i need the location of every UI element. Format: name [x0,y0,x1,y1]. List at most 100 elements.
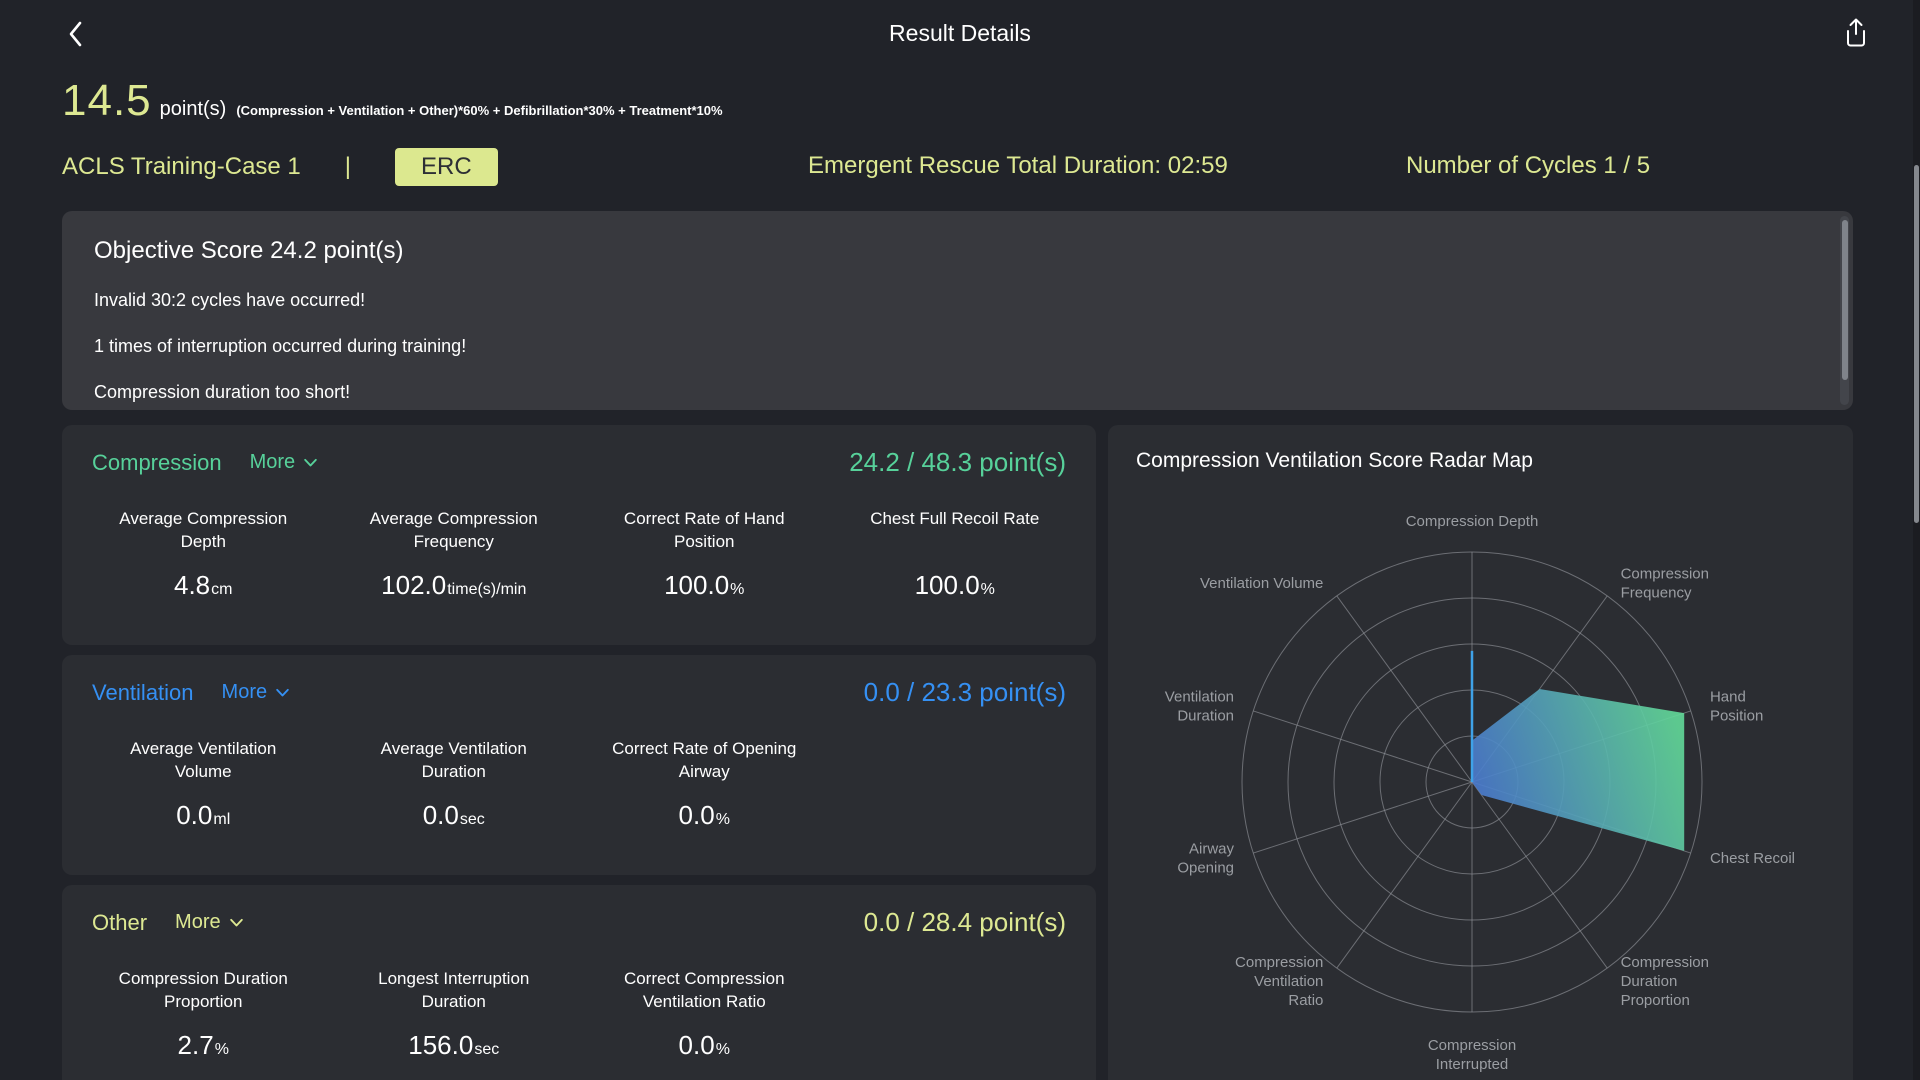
metric-avg-compression-depth: Average Compression Depth 4.8cm [78,508,329,601]
metric-compression-ventilation-ratio: Correct Compression Ventilation Ratio 0.… [579,968,830,1061]
metric-airway-opening-rate: Correct Rate of Opening Airway 0.0% [579,738,830,831]
radar-axis-label: Ventilation Volume [1200,575,1323,592]
radar-axis-line [1336,595,1473,783]
cycles-count-label: Number of Cycles 1 / 5 [1406,152,1651,179]
total-score-value: 14.5 [62,76,152,125]
metric-label: Chest Full Recoil Rate [870,509,1040,528]
page-title: Result Details [889,20,1031,46]
metric-value: 100.0 [664,570,730,600]
ventilation-score: 0.0 / 23.3 point(s) [863,677,1066,707]
compression-card-header: Compression More 24.2 / 48.3 point(s) [62,425,1096,478]
compression-score: 24.2 / 48.3 point(s) [849,447,1066,477]
radar-axis-label: Ventilation Duration [1165,688,1234,724]
metric-chest-full-recoil-rate: Chest Full Recoil Rate 100.0% [830,508,1081,601]
compression-section-title: Compression [92,449,222,475]
metric-value: 4.8 [174,570,211,600]
objective-message: 1 times of interruption occurred during … [94,336,467,356]
other-card: Other More 0.0 / 28.4 point(s) Compressi… [62,885,1096,1080]
metric-label: Average Compression Depth [119,509,288,551]
rescue-duration-label: Emergent Rescue Total Duration: 02:59 [808,152,1228,179]
metric-label: Correct Rate of Hand Position [623,509,785,551]
metric-unit: % [214,1041,229,1058]
metric-value: 0.0 [176,800,213,830]
metric-value: 0.0 [422,800,459,830]
other-score: 0.0 / 28.4 point(s) [863,907,1066,937]
radar-axis-label: Compression Interrupted [1428,1037,1516,1073]
case-divider: | [344,153,352,180]
ventilation-card-header: Ventilation More 0.0 / 23.3 point(s) [62,655,1096,708]
metric-value: 102.0 [381,570,447,600]
score-formula: (Compression + Ventilation + Other)*60% … [236,103,723,118]
metric-value: 0.0 [678,1030,715,1060]
total-score-banner: 14.5 point(s) (Compression + Ventilation… [62,76,723,126]
case-row: ACLS Training-Case 1 | ERC [62,148,498,186]
metric-hand-position-rate: Correct Rate of Hand Position 100.0% [579,508,830,601]
metric-avg-ventilation-duration: Average Ventilation Duration 0.0sec [329,738,580,831]
metric-label: Correct Rate of Opening Airway [612,739,797,781]
metric-unit: sec [474,1041,500,1058]
radar-map-card: Compression Ventilation Score Radar Map … [1108,425,1853,1080]
objective-message: Invalid 30:2 cycles have occurred! [94,290,366,310]
metric-unit: % [980,581,995,598]
page-scrollbar-thumb[interactable] [1914,165,1919,523]
metric-label: Average Ventilation Duration [380,739,527,781]
other-card-header: Other More 0.0 / 28.4 point(s) [62,885,1096,938]
metric-unit: % [715,1041,730,1058]
more-label: More [175,911,221,933]
other-metrics: Compression Duration Proportion 2.7% Lon… [62,968,1096,1061]
more-label: More [221,681,268,703]
compression-card: Compression More 24.2 / 48.3 point(s) Av… [62,425,1096,645]
page-scrollbar-track [1913,0,1920,1080]
objective-scrollbar-track [1840,216,1849,405]
objective-message: Compression duration too short! [94,382,351,402]
metric-unit: % [730,581,745,598]
metric-unit: cm [211,581,233,598]
share-button[interactable] [1838,16,1874,52]
compression-more-button[interactable]: More [250,451,320,474]
metric-value: 2.7 [177,1030,214,1060]
compression-metrics: Average Compression Depth 4.8cm Average … [62,508,1096,601]
metric-avg-compression-frequency: Average Compression Frequency 102.0time(… [329,508,580,601]
radar-axis-label: Chest Recoil [1710,850,1795,867]
ventilation-more-button[interactable]: More [222,681,292,704]
radar-axis-label: Compression Duration Proportion [1621,954,1709,1009]
metric-label: Compression Duration Proportion [118,969,288,1011]
metric-unit: ml [213,811,231,828]
chevron-down-icon [229,918,243,927]
metric-value: 100.0 [914,570,980,600]
ventilation-card: Ventilation More 0.0 / 23.3 point(s) Ave… [62,655,1096,875]
radar-chart: Compression Depth Compression Frequency Han… [1165,513,1795,1073]
radar-axis-line [1336,781,1473,969]
more-label: More [249,451,296,473]
chevron-down-icon [304,458,317,467]
metric-value: 156.0 [408,1030,474,1060]
other-more-button[interactable]: More [175,911,245,934]
objective-score-title: Objective Score 24.2 point(s) [94,237,404,264]
metric-label: Average Compression Frequency [369,509,538,551]
metric-label: Correct Compression Ventilation Ratio [623,969,785,1011]
metric-label: Average Ventilation Volume [130,739,277,781]
objective-score-panel: Objective Score 24.2 point(s) Invalid 30… [62,211,1853,410]
share-export-icon [1847,18,1865,47]
chevron-down-icon [276,688,289,697]
metric-avg-ventilation-volume: Average Ventilation Volume 0.0ml [78,738,329,831]
ventilation-metrics: Average Ventilation Volume 0.0ml Average… [62,738,1096,831]
metric-label: Longest Interruption Duration [378,969,530,1011]
result-details-screen: Result Details 14.5 point(s) (Compressio… [0,0,1920,1080]
metric-longest-interruption-duration: Longest Interruption Duration 156.0sec [329,968,580,1061]
radar-axis-label: Compression Ventilation Ratio [1235,954,1323,1009]
radar-axis-label: Airway Opening [1177,841,1234,877]
top-bar: Result Details [0,0,1920,66]
other-section-title: Other [92,909,148,935]
protocol-badge: ERC [395,148,498,186]
radar-axis-label: Compression Frequency [1621,565,1709,601]
radar-axis-label: Hand Position [1710,688,1763,724]
metric-unit: time(s)/min [447,581,527,598]
metric-unit: sec [459,811,485,828]
objective-scrollbar-thumb[interactable] [1841,220,1848,380]
case-name: ACLS Training-Case 1 [62,153,301,180]
metric-value: 0.0 [678,800,715,830]
radar-axis-line [1253,710,1473,783]
total-score-unit: point(s) [159,98,227,120]
ventilation-section-title: Ventilation [92,679,194,705]
